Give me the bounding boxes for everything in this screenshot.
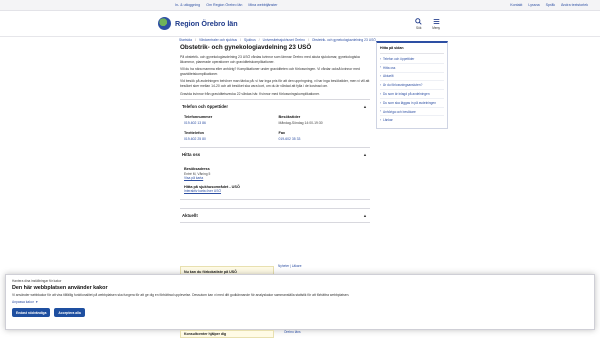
- cookie-buttons: Endast nödvändiga Acceptera alla: [12, 308, 588, 318]
- utility-link-listen[interactable]: Lyssna: [528, 3, 539, 7]
- utility-link-services[interactable]: Mina webbtjänster: [248, 3, 277, 7]
- news-card[interactable]: Konsultcenter hjälper dig: [180, 330, 274, 338]
- accordion-heading: Telefon och öppettider: [182, 104, 228, 110]
- breadcrumb-current: Obstetrik- och gynekologiavdelning 23 US…: [311, 38, 376, 42]
- accordion-news-toggle[interactable]: Aktuellt ▲: [180, 209, 370, 222]
- breadcrumb-separator: /: [195, 38, 196, 42]
- breadcrumb-item[interactable]: Vårdcentraler och sjukhus: [199, 38, 237, 42]
- cookie-settings-label: Anpassa kakor: [12, 300, 34, 305]
- accordion-contact-toggle[interactable]: Telefon och öppettider ▲: [180, 100, 370, 113]
- news-card-title: Konsultcenter hjälper dig: [184, 332, 227, 336]
- chevron-up-icon: ▲: [363, 104, 367, 110]
- page-title: Obstetrik- och gynekologiavdelning 23 US…: [180, 44, 312, 51]
- textphone-label: Texttelefon: [184, 131, 204, 136]
- breadcrumb-item[interactable]: Sjukhus: [244, 38, 256, 42]
- menu-label: Meny: [432, 25, 440, 30]
- on-page-nav-item[interactable]: Anhöriga och besökare: [380, 108, 444, 117]
- news-card-meta[interactable]: Nyheter | Läkare: [278, 264, 302, 268]
- textphone-link[interactable]: 019-602 25 80: [184, 137, 273, 141]
- interactive-map-link[interactable]: Interaktiv karta över USÖ: [184, 189, 367, 193]
- textphone-block: Texttelefon 019-602 25 80: [184, 131, 273, 141]
- breadcrumb-separator: /: [240, 38, 241, 42]
- intro-paragraph: Vid besök på avdelningen behöver man tän…: [180, 79, 370, 88]
- accordion-find-toggle[interactable]: Hitta oss ▲: [180, 148, 370, 161]
- phone-link[interactable]: 019-602 13 86: [184, 121, 273, 125]
- accordion-news: Aktuellt ▲: [180, 208, 370, 224]
- visit-value: Måndag-Söndag 14:00-19:30: [278, 121, 323, 126]
- region-logo-icon: [158, 17, 171, 30]
- accordion-contact: Telefon och öppettider ▲ Telefonnummer 0…: [180, 99, 370, 149]
- phone-label: Telefonnummer: [184, 115, 213, 120]
- accordion-heading: Hitta oss: [182, 152, 201, 158]
- intro-paragraph: Gravida kvinnor från graviditetsvecka 22…: [180, 91, 320, 96]
- breadcrumb-separator: /: [258, 38, 260, 42]
- on-page-nav-item[interactable]: Aktuellt: [380, 73, 444, 82]
- on-page-nav-item[interactable]: Länkar: [380, 116, 444, 124]
- fax-block: Fax 019-602 35 33: [279, 131, 368, 141]
- utility-link-about[interactable]: Om Region Örebro län: [206, 3, 242, 7]
- hamburger-icon: [433, 18, 439, 24]
- news-card-meta[interactable]: Örebro läns: [284, 330, 301, 334]
- accordion-find: Hitta oss ▲ Besöksadress Entré M, Våning…: [180, 148, 370, 201]
- breadcrumb-separator: /: [307, 38, 309, 42]
- on-page-nav: Hitta på sidan Telefon och öppettider Hi…: [376, 41, 448, 130]
- menu-button[interactable]: Meny: [432, 18, 440, 30]
- intro-text: På obstetrik- och gynekologiavdelning 23…: [180, 55, 370, 96]
- address-label: Besöksadress: [184, 167, 210, 172]
- intro-paragraph: På obstetrik- och gynekologiavdelning 23…: [180, 55, 360, 64]
- header-actions: Sök Meny: [415, 17, 440, 30]
- utility-left: In- & utloggning Om Region Örebro län Mi…: [175, 3, 278, 7]
- on-page-nav-item[interactable]: Telefon och öppettider: [380, 55, 444, 64]
- on-page-nav-item[interactable]: Du som är inlagd på avdelningen: [380, 90, 444, 99]
- logo-text: Region Örebro län: [175, 19, 238, 28]
- cookie-text: Vi använder webbkakor för att viss tillf…: [12, 293, 350, 297]
- utility-link-language[interactable]: Språk: [546, 3, 555, 7]
- search-icon: [415, 17, 422, 25]
- site-header: Region Örebro län Sök Meny: [0, 11, 600, 37]
- breadcrumb-item[interactable]: Startsida: [179, 38, 192, 42]
- chevron-up-icon: ▲: [363, 213, 367, 219]
- cookie-settings-toggle[interactable]: Anpassa kakor ▾: [12, 300, 588, 304]
- accordion-contact-body: Telefonnummer 019-602 13 86 Besökstider …: [180, 113, 370, 147]
- visit-block: Besökstider Måndag-Söndag 14:00-19:30: [279, 115, 368, 125]
- utility-bar: In- & utloggning Om Region Örebro län Mi…: [0, 0, 600, 11]
- accordion-heading: Aktuellt: [182, 213, 198, 219]
- fax-label: Fax: [278, 131, 286, 136]
- visit-label: Besökstider: [278, 115, 301, 120]
- accordion-find-body: Besöksadress Entré M, Våning 5 Visa på k…: [180, 161, 370, 199]
- chevron-up-icon: ▲: [363, 152, 367, 158]
- utility-link-contact[interactable]: Kontakt: [510, 3, 522, 7]
- accept-all-button[interactable]: Acceptera alla: [54, 308, 85, 318]
- search-label: Sök: [415, 25, 422, 30]
- search-button[interactable]: Sök: [415, 17, 422, 30]
- breadcrumb-item[interactable]: Universitetssjukhuset Örebro: [263, 38, 305, 42]
- utility-link-login[interactable]: In- & utloggning: [175, 3, 200, 7]
- fax-link[interactable]: 019-602 35 33: [279, 137, 368, 141]
- phone-block: Telefonnummer 019-602 13 86: [184, 115, 273, 125]
- on-page-nav-item[interactable]: Du som ska läggas in på avdelningen: [380, 99, 444, 108]
- site-logo[interactable]: Region Örebro län: [158, 17, 238, 30]
- main-content: Obstetrik- och gynekologiavdelning 23 US…: [180, 44, 370, 224]
- utility-right: Kontakt Lyssna Språk Ändra textstorlek: [510, 3, 588, 7]
- cookie-title: Den här webbplatsen använder kakor: [12, 285, 108, 291]
- map-link[interactable]: Visa på karta: [184, 176, 367, 180]
- utility-link-textsize[interactable]: Ändra textstorlek: [561, 3, 588, 7]
- on-page-nav-item[interactable]: Är du förlossningsansluten?: [380, 81, 444, 91]
- on-page-nav-item[interactable]: Hitta oss: [380, 64, 444, 73]
- necessary-only-button[interactable]: Endast nödvändiga: [12, 308, 51, 318]
- chevron-down-icon: ▾: [35, 300, 38, 305]
- intro-paragraph: Vill du ha nära mamma eller anhörig? Kom…: [180, 67, 360, 76]
- cookie-small-label: Hantera dina inställningar för kakor: [12, 279, 62, 283]
- cookie-banner: Hantera dina inställningar för kakor Den…: [5, 274, 595, 330]
- contact-grid: Telefonnummer 019-602 13 86 Besökstider …: [184, 115, 367, 141]
- breadcrumb: Startsida / Vårdcentraler och sjukhus / Sj…: [179, 38, 376, 42]
- on-page-nav-title: Hitta på sidan: [380, 46, 444, 54]
